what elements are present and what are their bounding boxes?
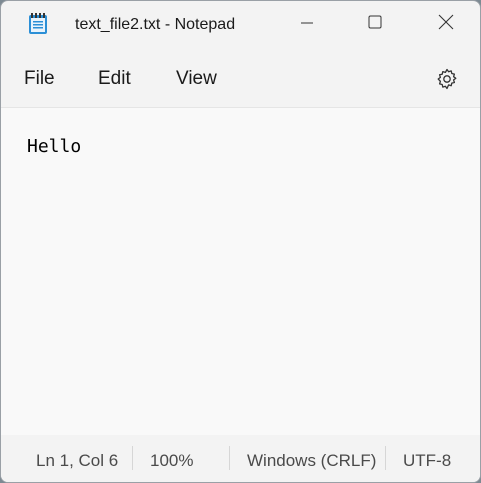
maximize-icon: [368, 15, 382, 34]
minimize-icon: [300, 15, 314, 34]
menu-file[interactable]: File: [24, 68, 55, 90]
status-divider: [229, 446, 230, 470]
close-icon: [438, 14, 454, 35]
minimize-button[interactable]: [284, 1, 330, 47]
editor-content: Hello: [27, 136, 82, 157]
zoom-level[interactable]: 100%: [150, 451, 193, 471]
notepad-window: text_file2.txt - Notepad File Edit View: [0, 0, 481, 483]
status-divider: [385, 446, 386, 470]
maximize-button[interactable]: [352, 1, 398, 47]
cursor-position: Ln 1, Col 6: [36, 451, 119, 470]
status-bar: Ln 1, Col 6 100% Windows (CRLF) UTF-8: [1, 435, 480, 482]
close-button[interactable]: [423, 1, 469, 47]
menu-bar: File Edit View: [1, 49, 480, 107]
menu-view[interactable]: View: [176, 68, 217, 90]
title-bar[interactable]: text_file2.txt - Notepad: [1, 1, 480, 49]
notepad-icon: [28, 13, 48, 35]
settings-button[interactable]: [431, 65, 463, 97]
window-title: text_file2.txt - Notepad: [75, 16, 236, 33]
status-divider: [132, 446, 133, 470]
encoding[interactable]: UTF-8: [403, 451, 451, 471]
text-editor[interactable]: Hello: [1, 107, 480, 436]
gear-icon: [435, 67, 459, 96]
line-ending[interactable]: Windows (CRLF): [247, 451, 376, 471]
menu-edit[interactable]: Edit: [98, 68, 131, 90]
